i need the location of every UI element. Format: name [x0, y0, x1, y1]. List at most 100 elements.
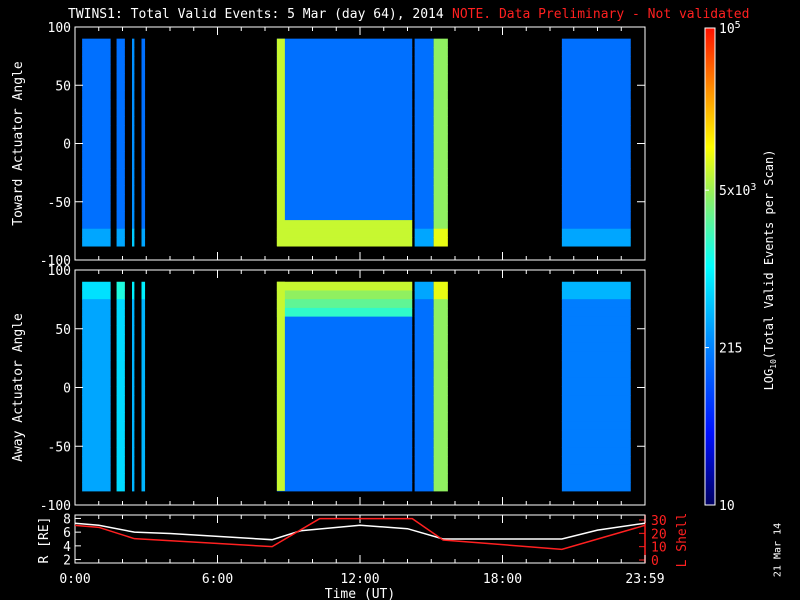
- spectrogram-cell: [561, 150, 631, 161]
- spectrogram-cell: [141, 211, 146, 221]
- spectrogram-cell: [132, 386, 135, 396]
- spectrogram-cell: [132, 228, 135, 238]
- spectrogram-cell: [132, 377, 135, 387]
- spectrogram-cell: [561, 133, 631, 143]
- spectrogram-edge-band: [276, 281, 285, 491]
- spectrogram-cell: [116, 47, 125, 57]
- spectrogram-cell: [561, 73, 631, 83]
- spectrogram-cell: [132, 38, 135, 48]
- spectrogram-cell: [276, 107, 413, 117]
- spectrogram-cell: [141, 125, 146, 135]
- colorbar-tick-label: 5x103: [719, 182, 756, 199]
- x-tick-label: 18:00: [483, 572, 522, 587]
- spectrogram-cell: [141, 99, 146, 109]
- spectrogram-cell: [82, 90, 111, 100]
- spectrogram-cell: [116, 377, 125, 387]
- spectrogram-cell: [414, 316, 434, 326]
- spectrogram-cell: [433, 395, 448, 405]
- spectrogram-cell: [132, 159, 135, 169]
- spectrogram-cell: [116, 290, 125, 300]
- spectrogram-cell: [116, 334, 125, 344]
- spectrogram-cell: [82, 55, 111, 66]
- spectrogram-cell: [433, 368, 448, 379]
- spectrogram-cell: [414, 464, 434, 474]
- spectrogram-cell: [433, 290, 448, 300]
- spectrogram-cell: [414, 159, 434, 169]
- spectrogram-cell: [141, 299, 146, 309]
- spectrogram-cell: [561, 386, 631, 396]
- spectrogram-cell: [561, 237, 631, 247]
- spectrogram-cell: [82, 368, 111, 379]
- spectrogram-cell: [116, 482, 125, 492]
- spectrogram-cell: [414, 299, 434, 309]
- spectrogram-cell: [414, 447, 434, 457]
- spectrogram-cell: [82, 116, 111, 126]
- spectrogram-cell: [276, 360, 413, 370]
- spectrogram-cell: [116, 386, 125, 396]
- spectrogram-cell: [116, 73, 125, 83]
- lshell-line: [74, 517, 646, 551]
- r-tick-label: 2: [63, 554, 71, 569]
- spectrogram-cell: [132, 316, 135, 326]
- spectrogram-cell: [141, 133, 146, 143]
- spectrogram-cell: [561, 90, 631, 100]
- spectrogram-cell: [132, 81, 135, 91]
- spectrogram-cell: [116, 281, 125, 291]
- spectrogram-cell: [414, 290, 434, 300]
- spectrogram-cell: [433, 202, 448, 212]
- spectrogram-cell: [82, 395, 111, 405]
- y-tick-label: 0: [63, 382, 71, 397]
- spectrogram-cell: [276, 185, 413, 195]
- spectrogram-cell: [116, 142, 125, 152]
- spectrogram-cell: [561, 38, 631, 48]
- spectrogram-cell: [276, 377, 413, 387]
- spectrogram-cell: [276, 159, 413, 169]
- spectrogram-cell: [82, 281, 111, 291]
- spectrogram-cell: [276, 142, 413, 152]
- spectrogram-cell: [561, 299, 631, 309]
- spectrogram-cell: [82, 47, 111, 57]
- radius-line: [74, 522, 646, 541]
- spectrogram-cell: [116, 228, 125, 238]
- spectrogram-cell: [561, 290, 631, 300]
- spectrogram-cell: [561, 316, 631, 326]
- spectrogram-cell: [276, 386, 413, 396]
- spectrogram-cell: [561, 176, 631, 187]
- spectrogram-cell: [82, 159, 111, 169]
- spectrogram-cell: [82, 403, 111, 413]
- spectrogram-cell: [116, 438, 125, 448]
- spectrogram-cell: [561, 447, 631, 457]
- spectrogram-cell: [141, 107, 146, 117]
- spectrogram-cell: [141, 473, 146, 483]
- spectrogram-cell: [561, 403, 631, 413]
- spectrogram-cell: [116, 107, 125, 117]
- spectrogram-cell: [433, 228, 448, 238]
- spectrogram-cell: [561, 99, 631, 109]
- spectrogram-cell: [276, 116, 413, 126]
- twins-spectrogram-chart: 100500-50-100Toward Actuator Angle100500…: [11, 20, 756, 600]
- x-axis-label: Time (UT): [325, 587, 395, 600]
- spectrogram-cell: [276, 482, 413, 492]
- spectrogram-cell: [414, 395, 434, 405]
- spectrogram-cell: [561, 360, 631, 370]
- spectrogram-cell: [82, 125, 111, 135]
- spectrogram-cell: [116, 168, 125, 178]
- spectrogram-cell: [132, 202, 135, 212]
- spectrogram-cell: [276, 403, 413, 413]
- spectrogram-cell: [276, 73, 413, 83]
- spectrogram-cell: [116, 368, 125, 379]
- spectrogram-cell: [82, 351, 111, 361]
- spectrogram-cell: [414, 142, 434, 152]
- spectrogram-cell: [82, 168, 111, 178]
- y-tick-label: 100: [48, 264, 71, 279]
- spectrogram-cell: [82, 482, 111, 492]
- spectrogram-cell: [414, 185, 434, 195]
- spectrogram-cell: [433, 90, 448, 100]
- spectrogram-cell: [561, 482, 631, 492]
- spectrogram-cell: [132, 325, 135, 335]
- spectrogram-cell: [116, 150, 125, 161]
- spectrogram-cell: [82, 228, 111, 238]
- spectrogram-cell: [141, 412, 146, 422]
- spectrogram-cell: [276, 168, 413, 178]
- spectrogram-cell: [82, 421, 111, 431]
